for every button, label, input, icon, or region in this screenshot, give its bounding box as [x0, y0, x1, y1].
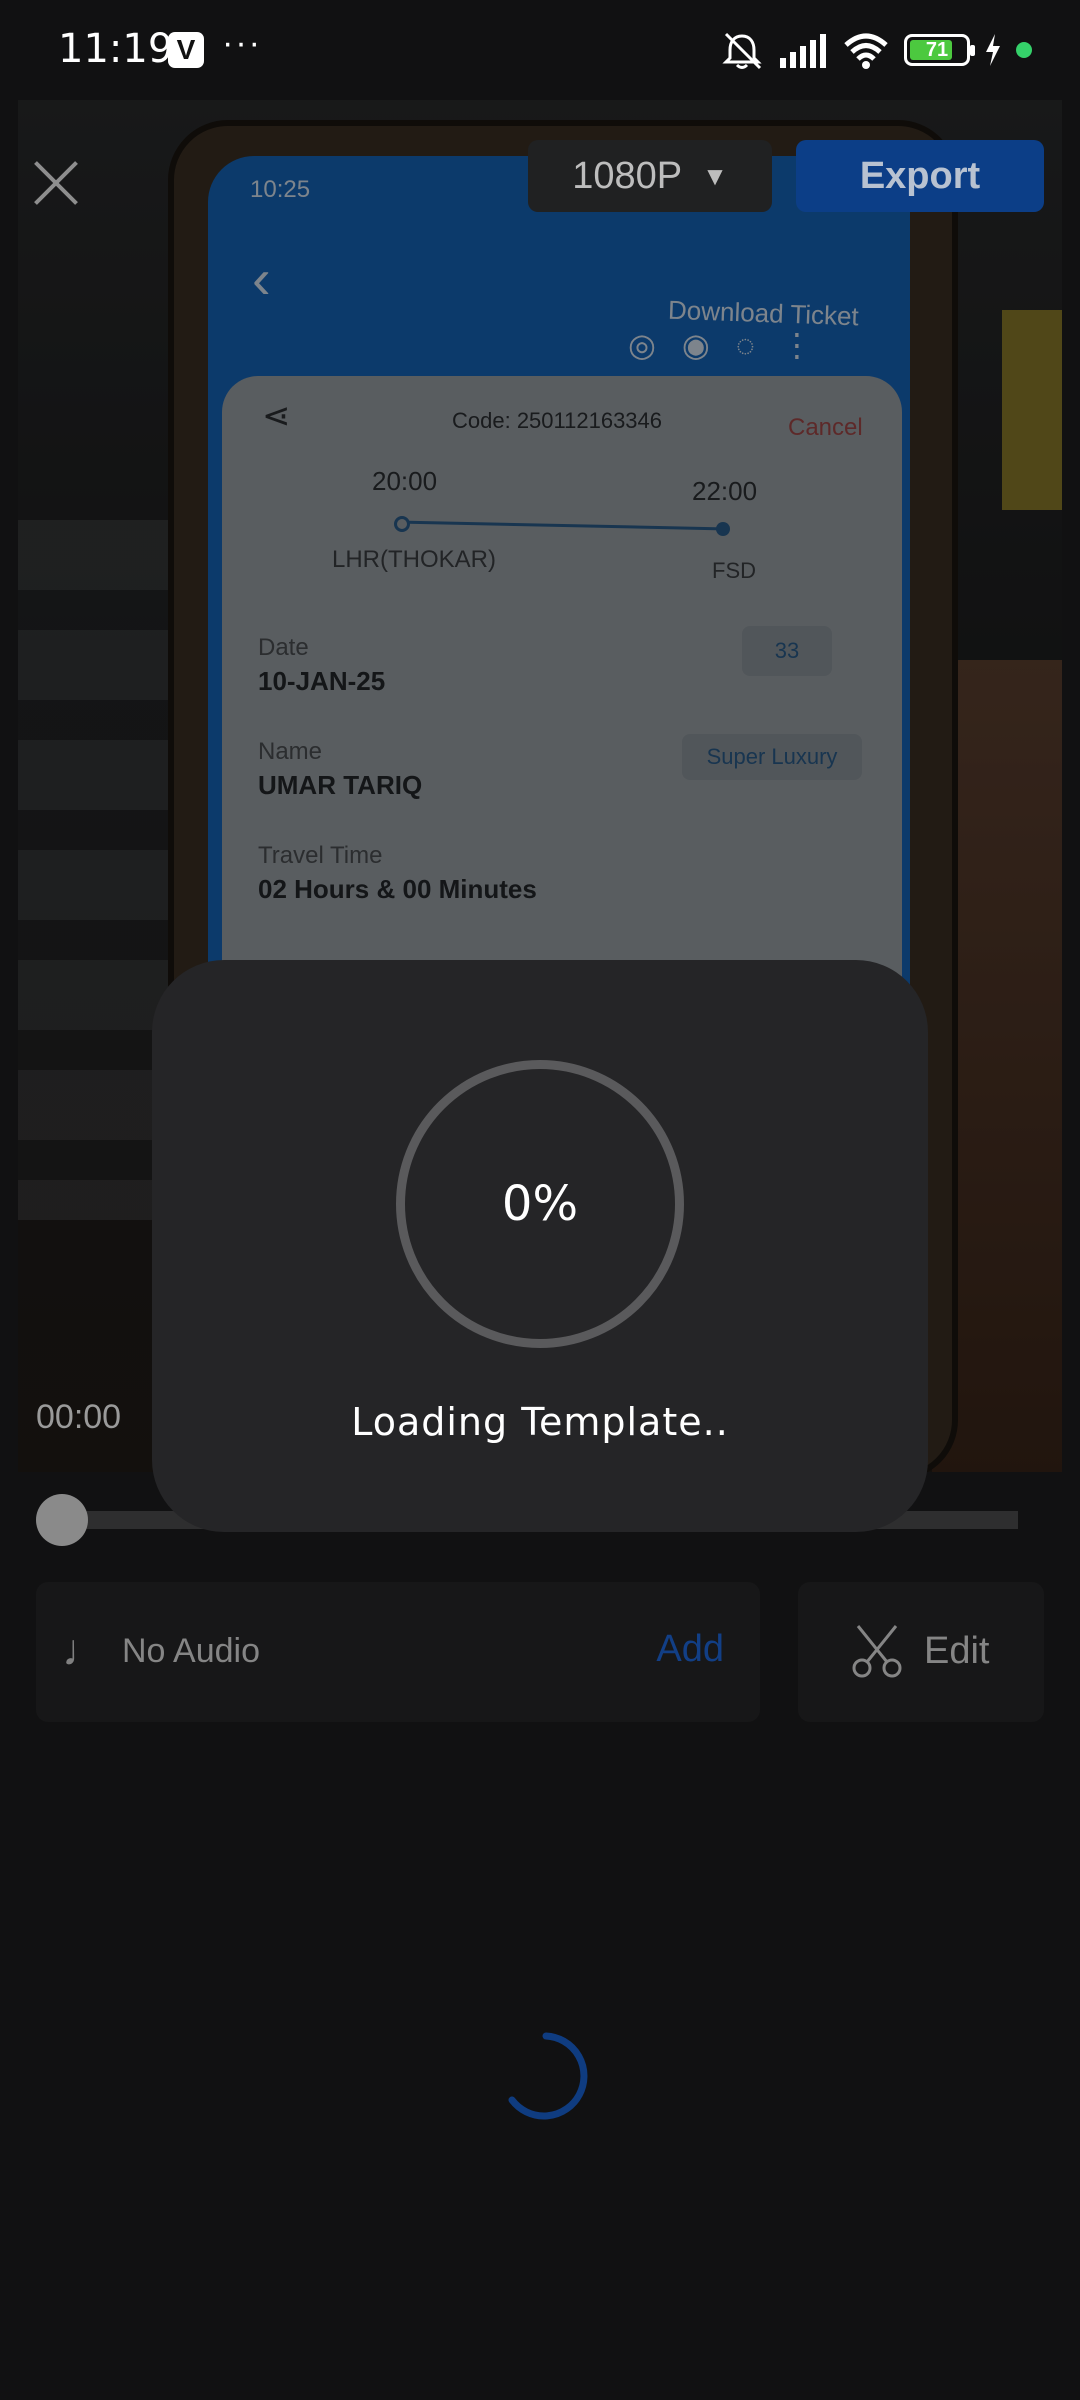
edit-label: Edit — [924, 1630, 990, 1672]
status-bar: 11:19 V ··· 71 — [0, 0, 1080, 100]
close-icon[interactable] — [24, 150, 90, 216]
battery-level: 71 — [925, 38, 949, 61]
scissors-icon — [852, 1625, 902, 1678]
audio-row[interactable]: ♩ No Audio Add — [36, 1582, 760, 1722]
add-audio-button[interactable]: Add — [656, 1628, 724, 1671]
wifi-icon — [844, 33, 888, 69]
playback-time: 00:00 — [36, 1398, 122, 1436]
loading-spinner-icon — [508, 2032, 588, 2120]
privacy-indicator — [1016, 42, 1032, 58]
music-note-icon: ♩ — [62, 1626, 106, 1675]
app-notification-icon: V — [168, 32, 204, 68]
signal-icon — [780, 34, 826, 68]
charging-icon — [986, 34, 1000, 66]
resolution-label: 1080P — [572, 154, 683, 197]
progress-ring: 0% — [396, 1060, 684, 1348]
scrubber-handle[interactable] — [36, 1494, 88, 1546]
loading-dialog: 0% Loading Template.. — [152, 960, 928, 1532]
status-time: 11:19 — [58, 26, 174, 72]
edit-button[interactable]: Edit — [798, 1582, 1044, 1722]
audio-label: No Audio — [122, 1632, 260, 1670]
resolution-dropdown[interactable]: 1080P ▼ — [528, 140, 772, 212]
export-button[interactable]: Export — [796, 140, 1044, 212]
battery-icon: 71 — [904, 34, 975, 66]
caret-down-icon: ▼ — [702, 160, 728, 191]
progress-percent: 0% — [501, 1176, 579, 1232]
mute-icon — [722, 32, 762, 70]
status-icons: 71 — [720, 28, 1032, 72]
more-notifications-icon: ··· — [222, 24, 262, 62]
loading-message: Loading Template.. — [351, 1400, 729, 1444]
